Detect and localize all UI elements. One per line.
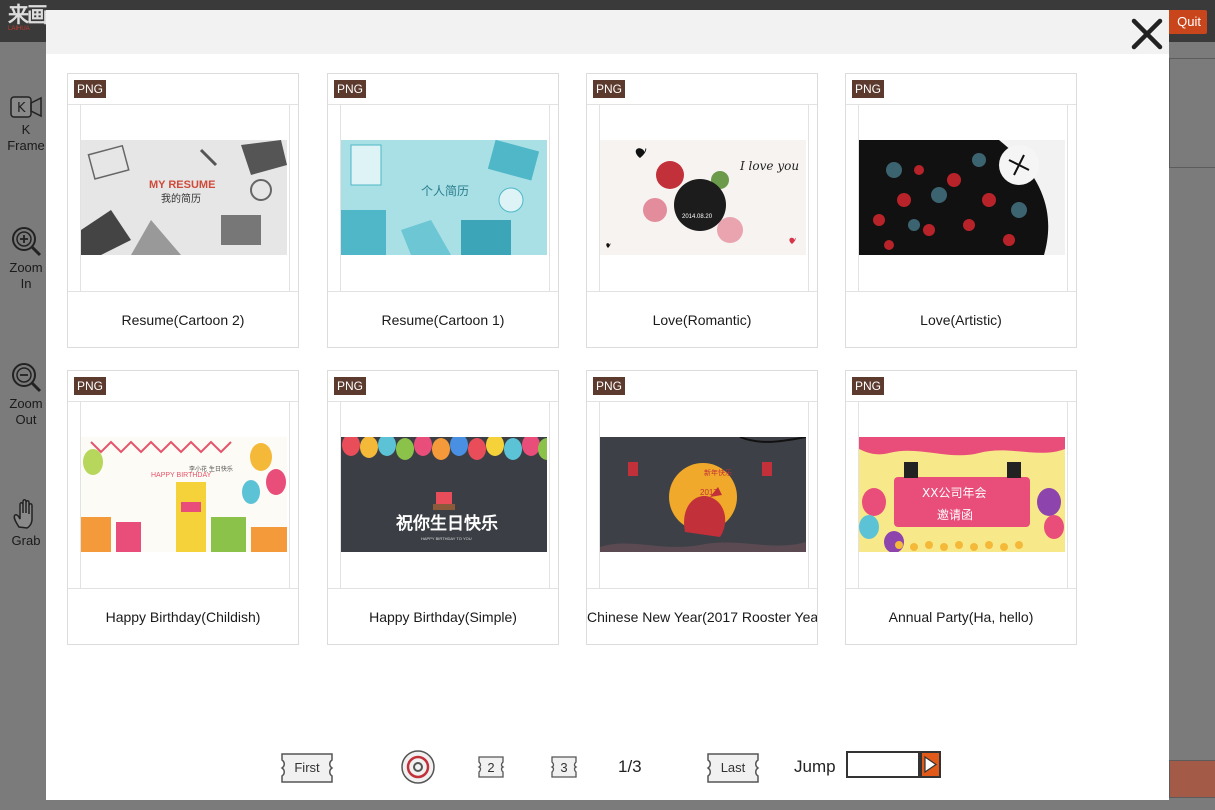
grab-tool[interactable]: Grab (0, 497, 52, 549)
template-thumbnail: 新年快乐 2017 (600, 437, 806, 552)
png-badge: PNG (74, 80, 107, 98)
svg-text:I love you: I love you (739, 159, 799, 173)
last-page-label: Last (720, 759, 746, 775)
svg-text:HAPPY BIRTHDAY: HAPPY BIRTHDAY (151, 472, 212, 479)
right-side-panel (1169, 58, 1215, 168)
tool-label: Frame (7, 138, 45, 153)
template-card-resume-cartoon-2[interactable]: PNG MY RESUME 我的简历 Resume(Cartoon 2) (67, 73, 299, 348)
template-thumbnail: HAPPY BIRTHDAY 李小花 生日快乐 (81, 437, 287, 552)
zoom-out-tool[interactable]: Zoom Out (0, 360, 52, 428)
template-thumbnail: 2014.08.20 I love you (600, 140, 806, 255)
tool-label: In (20, 276, 32, 291)
template-card-resume-cartoon-1[interactable]: PNG 个人简历 Resume(Cartoon 1) (327, 73, 559, 348)
first-page-button[interactable]: First (279, 752, 335, 783)
template-title: Resume(Cartoon 1) (381, 312, 505, 328)
png-badge: PNG (334, 377, 367, 395)
template-card-annual-party[interactable]: PNG XX公司年会 邀请函 Annual Party(Ha, hello) (845, 370, 1077, 645)
template-title: Happy Birthday(Childish) (105, 609, 261, 625)
svg-text:K: K (17, 101, 26, 116)
page-3-label: 3 (560, 759, 568, 775)
k-frame-tool[interactable]: K K Frame (0, 94, 52, 154)
template-title: Annual Party(Ha, hello) (888, 609, 1034, 625)
jump-label: Jump (794, 757, 836, 776)
first-page-label: First (294, 759, 320, 775)
zoom-in-icon (12, 227, 42, 257)
template-title: Love(Romantic) (652, 312, 752, 328)
png-badge: PNG (334, 80, 367, 98)
template-thumbnail: 祝你生日快乐 HAPPY BIRTHDAY TO YOU (341, 437, 547, 552)
page-2-button[interactable]: 2 (477, 752, 505, 782)
svg-text:MY RESUME: MY RESUME (149, 179, 215, 191)
template-title: Chinese New Year(2017 Rooster Year (587, 609, 817, 625)
page-status: 1/3 (618, 757, 642, 776)
template-card-happy-birthday-childish[interactable]: PNG HAPPY BIRTHDAY 李小花 生日快乐 Happy Birthd… (67, 370, 299, 645)
page-3-button[interactable]: 3 (550, 752, 578, 782)
svg-text:个人简历: 个人简历 (421, 184, 469, 198)
png-badge: PNG (593, 377, 626, 395)
template-card-love-romantic[interactable]: PNG 2014.08.20 I love you Love(Romantic) (586, 73, 818, 348)
png-badge: PNG (852, 80, 885, 98)
jump-page-input[interactable] (846, 751, 920, 778)
template-title: Happy Birthday(Simple) (369, 609, 517, 625)
svg-text:李小花 生日快乐: 李小花 生日快乐 (189, 465, 233, 473)
svg-text:我的简历: 我的简历 (161, 192, 201, 205)
tool-label: Zoom (9, 260, 43, 275)
tool-label: Out (15, 412, 37, 427)
template-card-love-artistic[interactable]: PNG Love(Artistic) (845, 73, 1077, 348)
svg-text:2014.08.20: 2014.08.20 (682, 214, 713, 220)
hand-icon (13, 499, 33, 529)
template-picker-dialog: PNG MY RESUME 我的简历 Resume(Cartoon 2) PNG (46, 10, 1169, 800)
zoom-in-tool[interactable]: Zoom In (0, 224, 52, 292)
tool-label: Zoom (9, 396, 43, 411)
template-card-happy-birthday-simple[interactable]: PNG 祝你生日快乐 HAPPY BIRTHDAY TO YOU Happy B… (327, 370, 559, 645)
png-badge: PNG (74, 377, 107, 395)
template-card-chinese-new-year[interactable]: PNG 新年快乐 2017 Chinese New Year(2017 Roos… (586, 370, 818, 645)
quit-button[interactable]: Quit (1166, 10, 1207, 34)
png-badge: PNG (852, 377, 885, 395)
dialog-header (46, 10, 1169, 54)
svg-text:新年快乐: 新年快乐 (704, 468, 732, 477)
right-bottom-button[interactable] (1169, 760, 1215, 798)
current-page-icon (401, 750, 435, 784)
template-thumbnail (859, 140, 1065, 255)
page-2-label: 2 (487, 759, 495, 775)
svg-text:祝你生日快乐: 祝你生日快乐 (396, 513, 498, 534)
jump-go-button[interactable] (920, 751, 941, 778)
current-page-button[interactable] (400, 750, 436, 784)
camera-k-icon: K (10, 96, 42, 118)
template-thumbnail: MY RESUME 我的简历 (81, 140, 287, 255)
play-arrow-icon (924, 755, 938, 774)
template-title: Resume(Cartoon 2) (121, 312, 245, 328)
svg-text:邀请函: 邀请函 (937, 507, 973, 522)
template-thumbnail: XX公司年会 邀请函 (859, 437, 1065, 552)
close-icon[interactable] (1129, 16, 1165, 52)
zoom-out-icon (12, 363, 42, 393)
svg-text:HAPPY BIRTHDAY TO YOU: HAPPY BIRTHDAY TO YOU (421, 536, 472, 541)
left-toolbar: K K Frame Zoom In Zoom Out Grab (0, 42, 46, 810)
svg-text:XX公司年会: XX公司年会 (922, 486, 986, 500)
template-thumbnail: 个人简历 (341, 140, 547, 255)
tool-label: Grab (11, 533, 41, 548)
tool-label: K (21, 122, 31, 137)
svg-text:2017: 2017 (700, 488, 718, 497)
last-page-button[interactable]: Last (705, 752, 761, 783)
png-badge: PNG (593, 80, 626, 98)
template-title: Love(Artistic) (920, 312, 1002, 328)
